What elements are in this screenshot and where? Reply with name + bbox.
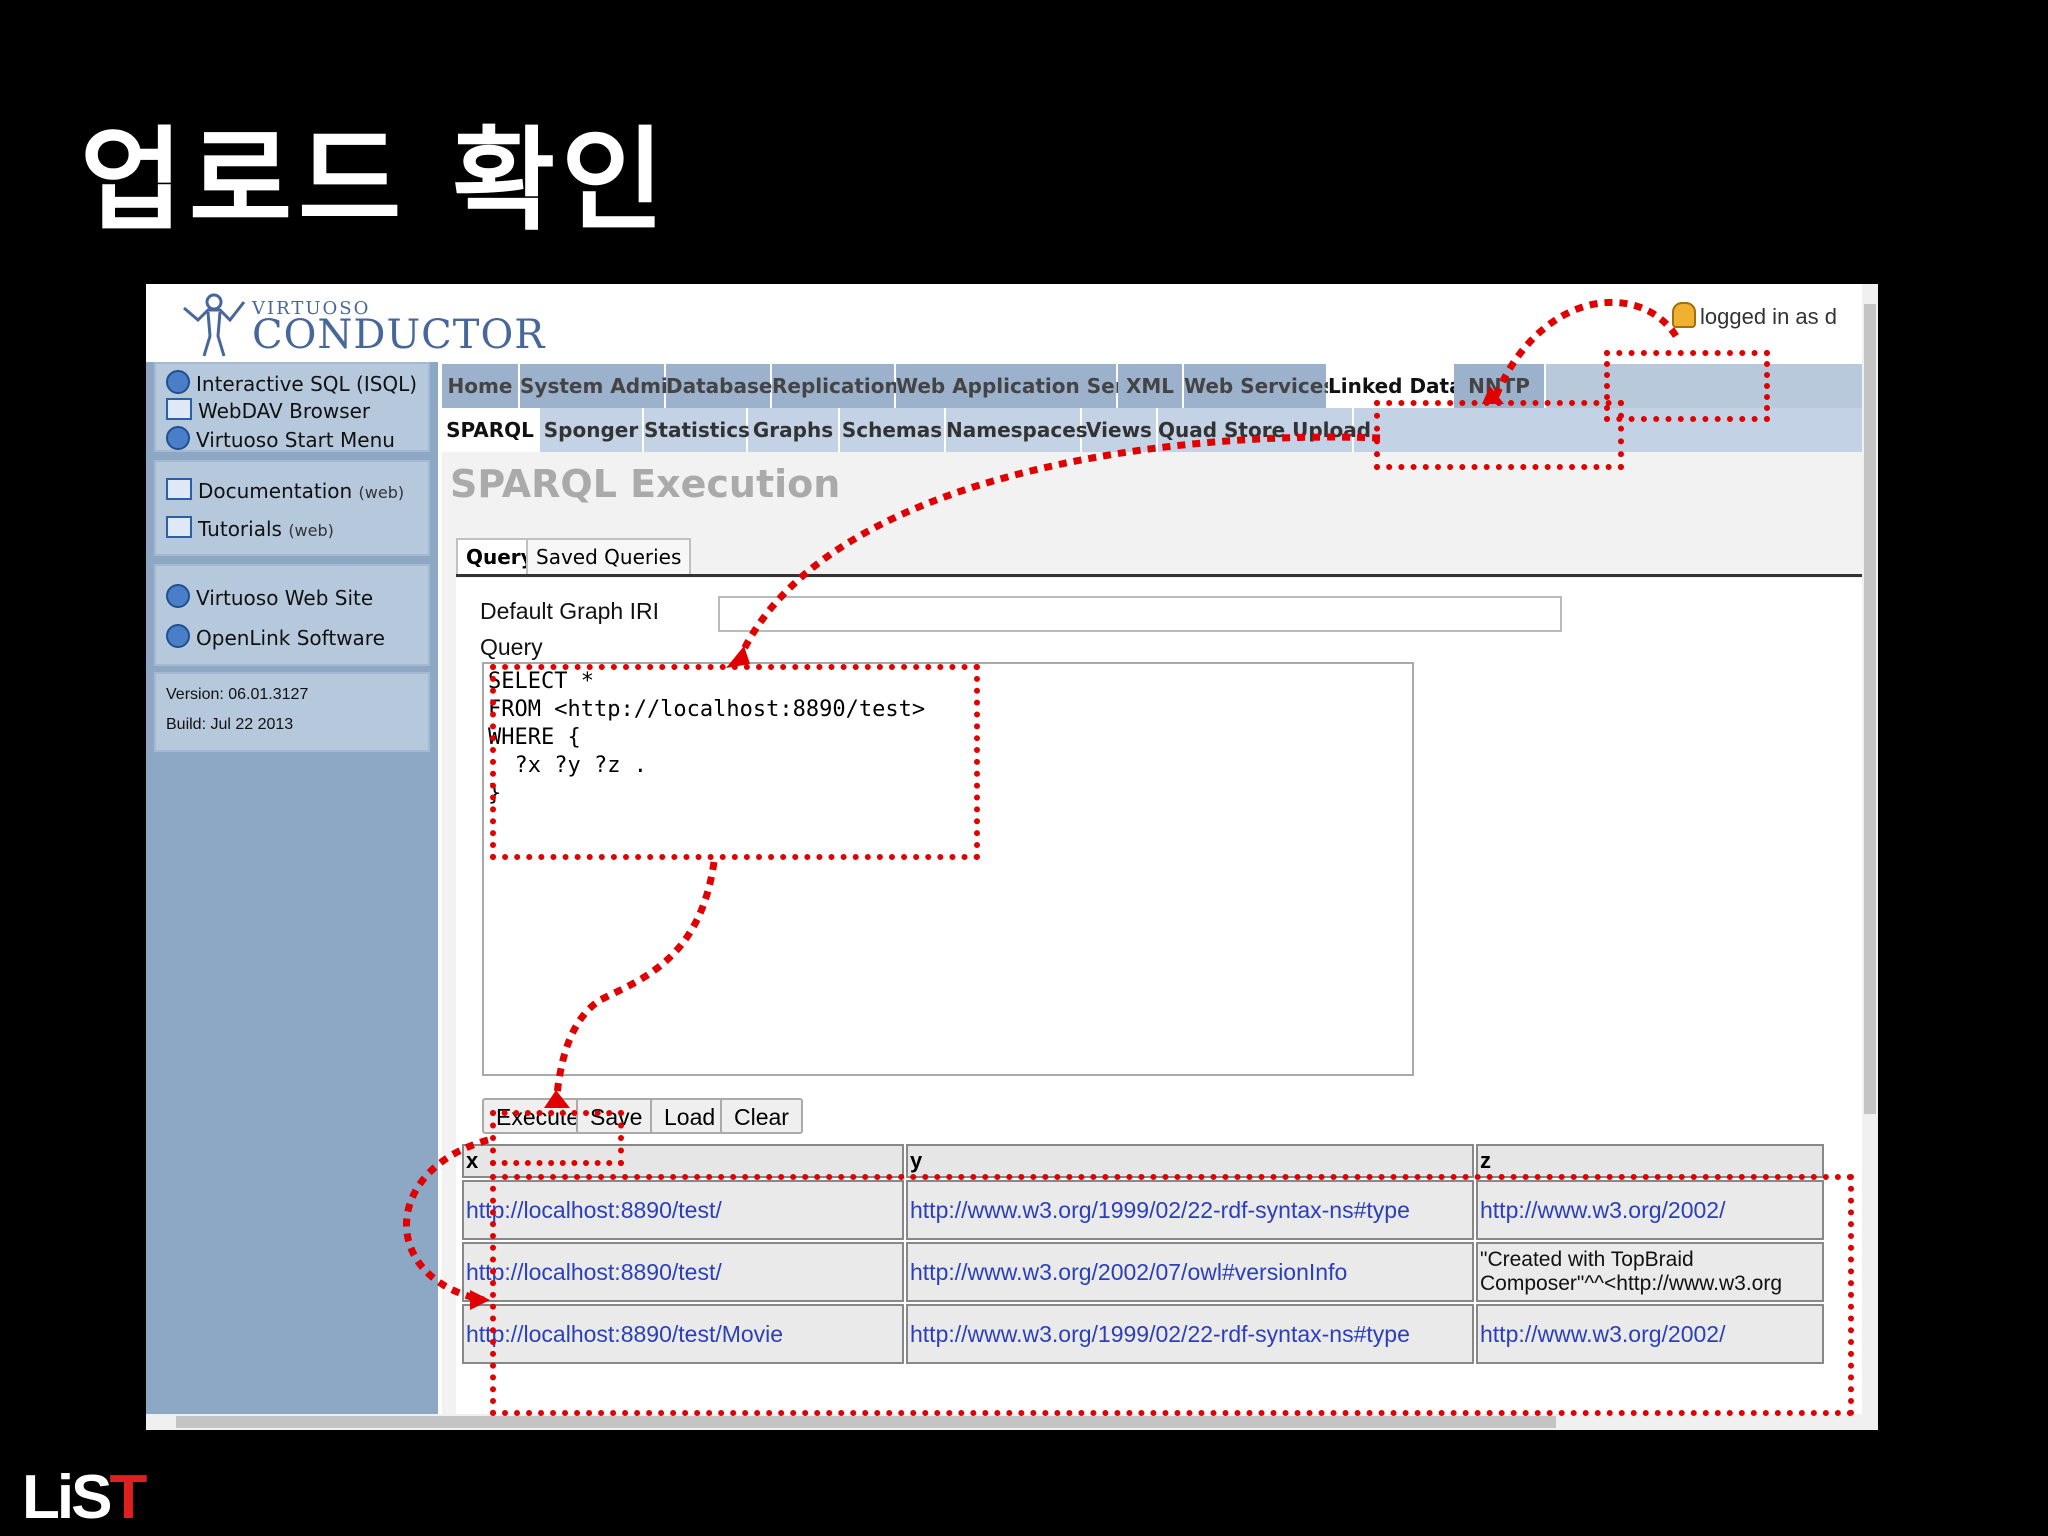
- subtab-views[interactable]: Views: [1082, 408, 1158, 452]
- tab-xml[interactable]: XML: [1118, 364, 1184, 408]
- page-title: SPARQL Execution: [450, 462, 841, 506]
- result-cell-z[interactable]: http://www.w3.org/2002/: [1476, 1304, 1824, 1364]
- version-text: Version: 06.01.3127: [166, 686, 309, 703]
- main-content: SPARQL Execution Query Saved Queries Def…: [442, 452, 1862, 1422]
- sidebar-group-version: Version: 06.01.3127 Build: Jul 22 2013: [154, 672, 430, 752]
- save-button[interactable]: Save: [576, 1098, 657, 1134]
- tab-database[interactable]: Database: [666, 364, 772, 408]
- sub-nav: SPARQL Sponger Statistics Graphs Schemas…: [442, 408, 1862, 452]
- user-icon: [1672, 302, 1696, 328]
- load-button[interactable]: Load: [650, 1098, 730, 1134]
- app-header: VIRTUOSO CONDUCTOR logged in as d: [146, 284, 1862, 362]
- vertical-scroll-thumb[interactable]: [1864, 304, 1876, 1114]
- main-nav: Home System Admin Database Replication W…: [442, 364, 1862, 408]
- tab-web-application-server[interactable]: Web Application Server: [896, 364, 1161, 408]
- gear-icon: [166, 370, 190, 394]
- document-icon: [166, 478, 192, 500]
- lis-logo: LiST: [22, 1463, 147, 1532]
- result-cell-x[interactable]: http://localhost:8890/test/: [462, 1180, 904, 1240]
- sidebar-item-virtuoso-site[interactable]: Virtuoso Web Site: [166, 584, 373, 610]
- result-cell-z[interactable]: http://www.w3.org/2002/: [1476, 1180, 1824, 1240]
- subtab-sparql[interactable]: SPARQL: [442, 408, 540, 452]
- globe-icon: [166, 624, 190, 648]
- query-textarea[interactable]: SELECT * FROM <http://localhost:8890/tes…: [482, 662, 1414, 1076]
- slide-title: 업로드 확인: [80, 116, 671, 246]
- tab-system-admin[interactable]: System Admin: [520, 364, 682, 408]
- sidebar-item-start-menu[interactable]: Virtuoso Start Menu: [166, 426, 395, 452]
- tab-saved-queries[interactable]: Saved Queries: [526, 538, 692, 574]
- tab-divider: [456, 574, 1862, 577]
- sidebar-item-isql[interactable]: Interactive SQL (ISQL): [166, 370, 417, 396]
- globe-icon: [166, 426, 190, 450]
- default-graph-label: Default Graph IRI: [480, 598, 659, 624]
- result-cell-x[interactable]: http://localhost:8890/test/Movie: [462, 1304, 904, 1364]
- tab-home[interactable]: Home: [442, 364, 520, 408]
- sidebar-item-webdav[interactable]: WebDAV Browser: [166, 398, 370, 423]
- sidebar-group-docs: Documentation (web) Tutorials (web): [154, 460, 430, 556]
- folder-icon: [166, 398, 192, 420]
- login-status[interactable]: logged in as d: [1672, 302, 1837, 330]
- result-cell-y[interactable]: http://www.w3.org/2002/07/owl#versionInf…: [906, 1242, 1474, 1302]
- tab-web-services[interactable]: Web Services: [1184, 364, 1335, 408]
- default-graph-input[interactable]: [718, 596, 1562, 632]
- query-label: Query: [480, 634, 543, 660]
- result-cell-x[interactable]: http://localhost:8890/test/: [462, 1242, 904, 1302]
- tab-replication[interactable]: Replication: [772, 364, 899, 408]
- table-row: http://localhost:8890/test/ http://www.w…: [462, 1242, 1824, 1302]
- browser-screenshot: VIRTUOSO CONDUCTOR logged in as d Intera…: [146, 284, 1878, 1430]
- column-header-x: x: [462, 1144, 904, 1178]
- result-cell-y[interactable]: http://www.w3.org/1999/02/22-rdf-syntax-…: [906, 1180, 1474, 1240]
- sidebar-item-documentation[interactable]: Documentation (web): [166, 478, 404, 503]
- tutorial-icon: [166, 516, 192, 538]
- vertical-scrollbar[interactable]: [1862, 284, 1878, 1430]
- virtuoso-figure-icon: [183, 293, 246, 357]
- sidebar: Interactive SQL (ISQL) WebDAV Browser Vi…: [146, 362, 438, 1422]
- result-cell-y[interactable]: http://www.w3.org/1999/02/22-rdf-syntax-…: [906, 1304, 1474, 1364]
- column-header-z: z: [1476, 1144, 1824, 1178]
- results-table: x y z http://localhost:8890/test/ http:/…: [460, 1142, 1826, 1366]
- subtab-graphs[interactable]: Graphs: [748, 408, 840, 452]
- table-row: http://localhost:8890/test/Movie http://…: [462, 1304, 1824, 1364]
- table-row: http://localhost:8890/test/ http://www.w…: [462, 1180, 1824, 1240]
- results-header-row: x y z: [462, 1144, 1824, 1178]
- sidebar-group-links: Virtuoso Web Site OpenLink Software: [154, 564, 430, 666]
- subtab-quad-store-upload[interactable]: Quad Store Upload: [1158, 408, 1371, 452]
- tab-linked-data[interactable]: Linked Data: [1328, 364, 1463, 408]
- tab-nntp[interactable]: NNTP: [1454, 364, 1546, 408]
- result-cell-z: "Created with TopBraid Composer"^^<http:…: [1476, 1242, 1824, 1302]
- subtab-sponger[interactable]: Sponger: [540, 408, 644, 452]
- sidebar-item-openlink[interactable]: OpenLink Software: [166, 624, 385, 650]
- subtab-statistics[interactable]: Statistics: [644, 408, 750, 452]
- column-header-y: y: [906, 1144, 1474, 1178]
- clear-button[interactable]: Clear: [720, 1098, 803, 1134]
- query-panel: Default Graph IRI Query SELECT * FROM <h…: [456, 578, 1862, 1422]
- login-text: logged in as d: [1700, 304, 1837, 329]
- subtab-namespaces[interactable]: Namespaces: [946, 408, 1088, 452]
- horizontal-scroll-thumb[interactable]: [176, 1416, 1556, 1428]
- horizontal-scrollbar[interactable]: [146, 1414, 1862, 1430]
- sidebar-item-tutorials[interactable]: Tutorials (web): [166, 516, 334, 541]
- subtab-schemas[interactable]: Schemas: [840, 408, 946, 452]
- globe-icon: [166, 584, 190, 608]
- brand-main: CONDUCTOR: [252, 312, 546, 358]
- sidebar-group-tools: Interactive SQL (ISQL) WebDAV Browser Vi…: [154, 362, 430, 452]
- build-text: Build: Jul 22 2013: [166, 716, 294, 733]
